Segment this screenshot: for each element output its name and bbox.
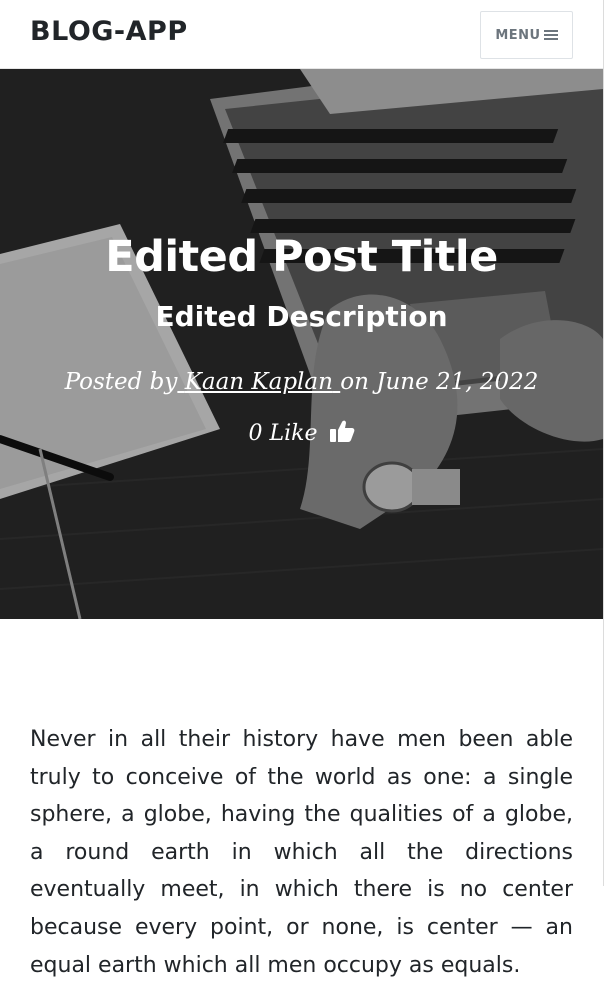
thumbs-up-icon[interactable] bbox=[329, 419, 355, 449]
post-subtitle: Edited Description bbox=[155, 300, 448, 333]
like-label: Like bbox=[269, 421, 318, 446]
post-date: June 21, 2022 bbox=[376, 369, 539, 395]
post-meta: Posted by Kaan Kaplan on June 21, 2022 bbox=[0, 369, 603, 395]
bars-icon bbox=[543, 30, 558, 40]
like-row: 0 Like bbox=[0, 419, 603, 449]
date-prefix: on bbox=[340, 369, 369, 395]
brand-link[interactable]: BLOG-APP bbox=[30, 16, 188, 47]
post-title: Edited Post Title bbox=[105, 232, 498, 282]
hero-overlay bbox=[0, 69, 603, 619]
post-hero: Edited Post Title Edited Description Pos… bbox=[0, 69, 603, 619]
menu-label: MENU bbox=[495, 27, 541, 43]
like-count: 0 bbox=[248, 421, 263, 446]
post-body: Never in all their history have men been… bbox=[30, 727, 573, 978]
menu-toggle-button[interactable]: MENU bbox=[480, 11, 573, 59]
posted-by-label: Posted by bbox=[64, 369, 178, 395]
navbar: BLOG-APP MENU bbox=[0, 0, 603, 69]
author-link[interactable]: Kaan Kaplan bbox=[177, 369, 340, 395]
